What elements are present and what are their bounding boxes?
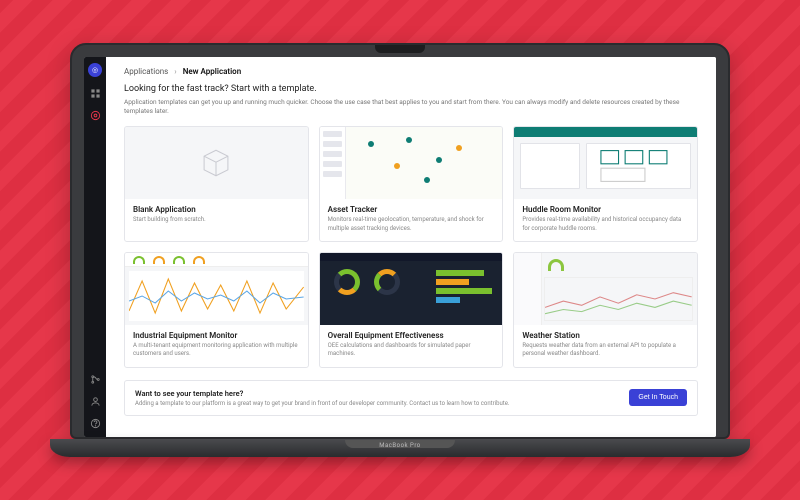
chevron-right-icon: › — [174, 67, 176, 76]
thumb-weather — [514, 253, 697, 325]
thumb-huddle — [514, 127, 697, 199]
help-icon[interactable] — [89, 417, 101, 429]
thumb-oee — [320, 253, 503, 325]
page-subtitle: Application templates can get you up and… — [124, 98, 698, 116]
grid-icon[interactable] — [89, 87, 101, 99]
main-panel: Applications › New Application Looking f… — [106, 57, 716, 437]
app-screen: ◎ — [84, 57, 716, 437]
template-card-blank[interactable]: Blank Application Start building from sc… — [124, 126, 309, 242]
card-title: Huddle Room Monitor — [522, 205, 689, 214]
template-card-huddle[interactable]: Huddle Room Monitor Provides real-time a… — [513, 126, 698, 242]
branch-icon[interactable] — [89, 373, 101, 385]
laptop-mock: ◎ — [70, 43, 730, 457]
card-desc: Start building from scratch. — [133, 216, 300, 224]
card-title: Industrial Equipment Monitor — [133, 331, 300, 340]
template-card-weather[interactable]: Weather Station Requests weather data fr… — [513, 252, 698, 368]
breadcrumb-current: New Application — [183, 67, 242, 76]
card-title: Overall Equipment Effectiveness — [328, 331, 495, 340]
card-desc: A multi-tenant equipment monitoring appl… — [133, 342, 300, 359]
footer-subtitle: Adding a template to our platform is a g… — [135, 400, 509, 407]
card-desc: Requests weather data from an external A… — [522, 342, 689, 359]
template-card-oee[interactable]: Overall Equipment Effectiveness OEE calc… — [319, 252, 504, 368]
cube-icon — [199, 146, 233, 180]
footer-title: Want to see your template here? — [135, 389, 509, 398]
card-desc: OEE calculations and dashboards for simu… — [328, 342, 495, 359]
card-desc: Monitors real-time geolocation, temperat… — [328, 216, 495, 233]
thumb-industrial — [125, 253, 308, 325]
get-in-touch-button[interactable]: Get In Touch — [629, 389, 687, 406]
card-title: Asset Tracker — [328, 205, 495, 214]
card-title: Blank Application — [133, 205, 300, 214]
page-title: Looking for the fast track? Start with a… — [124, 84, 698, 94]
template-grid: Blank Application Start building from sc… — [124, 126, 698, 368]
template-card-asset-tracker[interactable]: Asset Tracker Monitors real-time geoloca… — [319, 126, 504, 242]
laptop-hinge: MacBook Pro — [50, 439, 750, 457]
footer-cta: Want to see your template here? Adding a… — [124, 380, 698, 416]
user-icon[interactable] — [89, 395, 101, 407]
thumb-asset-tracker — [320, 127, 503, 199]
breadcrumb-parent[interactable]: Applications — [124, 67, 168, 76]
thumb-blank — [125, 127, 308, 199]
overview-icon[interactable] — [89, 109, 101, 121]
laptop-label: MacBook Pro — [379, 442, 420, 449]
logo-icon[interactable]: ◎ — [88, 63, 102, 77]
card-desc: Provides real-time availability and hist… — [522, 216, 689, 233]
breadcrumb: Applications › New Application — [106, 57, 716, 84]
laptop-notch — [375, 45, 425, 53]
card-title: Weather Station — [522, 331, 689, 340]
page-background: ◎ — [0, 0, 800, 500]
template-card-industrial[interactable]: Industrial Equipment Monitor A multi-ten… — [124, 252, 309, 368]
sidebar: ◎ — [84, 57, 106, 437]
